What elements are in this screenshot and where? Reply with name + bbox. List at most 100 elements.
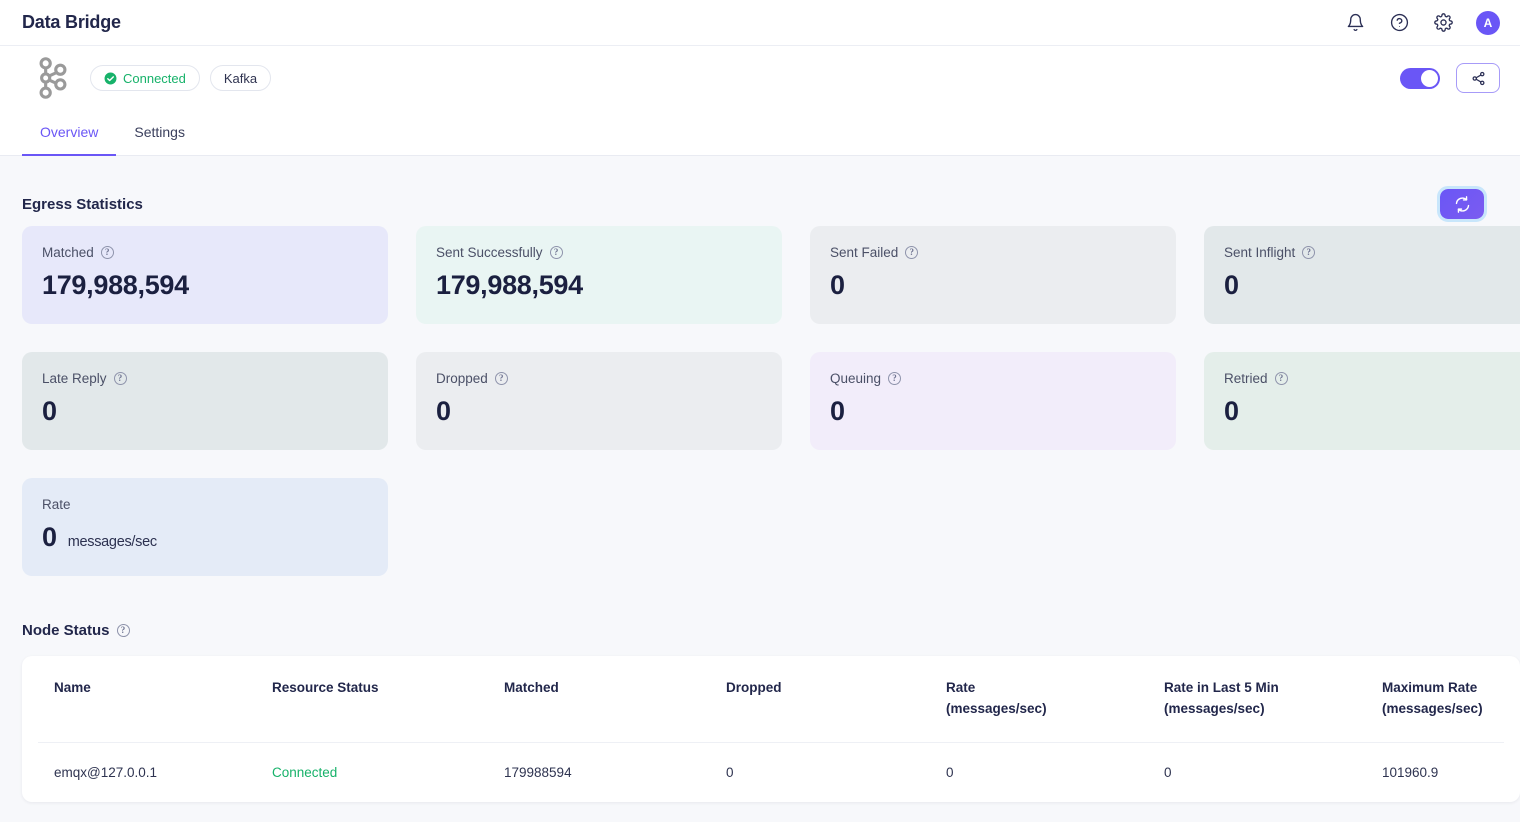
bridge-tabs: Overview Settings (0, 110, 1520, 156)
stat-card-number: 0 (1224, 396, 1239, 426)
stat-card-value: 0 messages/sec (42, 522, 368, 553)
bridge-identity: Connected Kafka (34, 56, 272, 100)
node-status-header: Node Status ? (22, 622, 1520, 639)
bridge-subheader: Connected Kafka (0, 46, 1520, 110)
stat-card-label: Queuing? (830, 371, 1156, 386)
help-icon[interactable]: ? (905, 246, 919, 259)
column-header-matched: Matched (488, 656, 710, 743)
stat-card-value: 0 (42, 396, 368, 427)
stat-card-unit: messages/sec (67, 534, 157, 550)
stat-card-label: Sent Successfully? (436, 245, 762, 260)
help-icon[interactable]: ? (113, 372, 127, 385)
stat-card-label-text: Sent Failed (830, 245, 899, 260)
help-icon[interactable]: ? (100, 246, 114, 259)
stat-card-label: Dropped? (436, 371, 762, 386)
cell-rate-last-5-min: 0 (1164, 764, 1172, 780)
stat-card-value: 0 (1224, 270, 1520, 301)
node-status-title: Node Status (22, 622, 110, 639)
app-header: Data Bridge A (0, 0, 1520, 46)
stat-card-value: 179,988,594 (42, 270, 368, 301)
help-circle-icon[interactable] (1388, 12, 1410, 34)
table-row[interactable]: emqx@127.0.0.1 Connected 179988594 0 0 0 10196… (38, 742, 1504, 802)
bridge-type-label: Kafka (223, 70, 258, 86)
column-header-rate: Rate (messages/sec) (930, 656, 1148, 743)
stat-card: Retried? 0 (1204, 352, 1520, 450)
stat-card-label-text: Queuing (830, 371, 882, 386)
stat-card-label: Sent Inflight? (1224, 245, 1520, 260)
column-header-name: Name (38, 656, 256, 743)
tab-overview[interactable]: Overview (22, 110, 117, 156)
stat-card-value: 0 (830, 396, 1156, 427)
stat-card-label-text: Sent Successfully (436, 245, 543, 260)
column-header-rate-last-5-min: Rate in Last 5 Min (messages/sec) (1148, 656, 1366, 743)
refresh-button[interactable] (1437, 186, 1487, 222)
overview-content: Egress Statistics Matched? 179,988,594 Sen… (0, 156, 1520, 802)
cell-dropped: 0 (726, 764, 734, 780)
stat-card-label-text: Matched (42, 245, 94, 260)
stat-card-number: 0 (42, 522, 57, 552)
bell-icon[interactable] (1344, 12, 1366, 34)
help-icon[interactable]: ? (549, 246, 563, 259)
stat-card-label-text: Sent Inflight (1224, 245, 1296, 260)
enable-toggle[interactable] (1400, 67, 1440, 89)
egress-section-header: Egress Statistics (22, 156, 1520, 224)
column-header-maximum-rate: Maximum Rate (messages/sec) (1366, 656, 1504, 743)
stat-card-label-text: Late Reply (42, 371, 107, 386)
stat-card-label-text: Retried (1224, 371, 1268, 386)
bridge-chips: Connected Kafka (90, 65, 272, 91)
stat-card-number: 179,988,594 (42, 270, 189, 300)
stat-card-value: 0 (436, 396, 762, 427)
stat-card-label: Matched? (42, 245, 368, 260)
stat-card-number: 0 (42, 396, 57, 426)
stat-card-label: Late Reply? (42, 371, 368, 386)
stat-card-label-text: Dropped (436, 371, 488, 386)
stat-card-number: 0 (1224, 270, 1239, 300)
stat-card-label: Sent Failed? (830, 245, 1156, 260)
help-icon[interactable]: ? (494, 372, 508, 385)
stat-card: Dropped? 0 (416, 352, 782, 450)
node-status-table: Name Resource Status Matched Dropped Rat… (38, 656, 1504, 802)
stat-card: Sent Inflight? 0 (1204, 226, 1520, 324)
page-title: Data Bridge (22, 12, 121, 32)
help-icon[interactable]: ? (1302, 246, 1316, 259)
check-circle-icon (104, 72, 117, 84)
refresh-icon (1455, 195, 1469, 213)
stat-card-number: 179,988,594 (436, 270, 583, 300)
stat-card-value: 0 (1224, 396, 1520, 427)
stat-card-label: Rate (42, 497, 368, 512)
stat-card: Sent Successfully? 179,988,594 (416, 226, 782, 324)
stat-card: Rate 0 messages/sec (22, 478, 388, 576)
column-header-dropped: Dropped (710, 656, 930, 743)
tab-settings[interactable]: Settings (116, 110, 203, 156)
stat-card: Late Reply? 0 (22, 352, 388, 450)
bridge-type-chip: Kafka (209, 65, 272, 91)
help-icon[interactable]: ? (1274, 372, 1288, 385)
stat-card-value: 179,988,594 (436, 270, 762, 301)
node-status-help-icon[interactable]: ? (116, 624, 130, 637)
avatar[interactable]: A (1476, 10, 1500, 35)
gear-icon[interactable] (1432, 12, 1454, 34)
share-button[interactable] (1456, 63, 1500, 93)
egress-statistics-title: Egress Statistics (22, 195, 143, 213)
stat-card: Sent Failed? 0 (810, 226, 1176, 324)
stat-card-label-text: Rate (42, 497, 71, 512)
egress-stat-grid: Matched? 179,988,594 Sent Successfully? 179… (22, 226, 1520, 576)
bridge-actions (1400, 63, 1500, 93)
stat-card-number: 0 (436, 396, 451, 426)
cell-maximum-rate: 101960.9 (1382, 764, 1439, 780)
status-badge: Connected (90, 65, 200, 91)
cell-resource-status: Connected (272, 764, 338, 780)
status-badge-label: Connected (123, 70, 186, 86)
stat-card-value: 0 (830, 270, 1156, 301)
stat-card-number: 0 (830, 396, 845, 426)
stat-card: Matched? 179,988,594 (22, 226, 388, 324)
stat-card-label: Retried? (1224, 371, 1520, 386)
stat-card: Queuing? 0 (810, 352, 1176, 450)
cell-matched: 179988594 (504, 764, 572, 780)
help-icon[interactable]: ? (888, 372, 902, 385)
kafka-logo (39, 57, 67, 99)
cell-rate: 0 (946, 764, 954, 780)
app-header-actions: A (1344, 10, 1500, 35)
share-icon (1472, 71, 1484, 85)
column-header-resource-status: Resource Status (256, 656, 488, 743)
